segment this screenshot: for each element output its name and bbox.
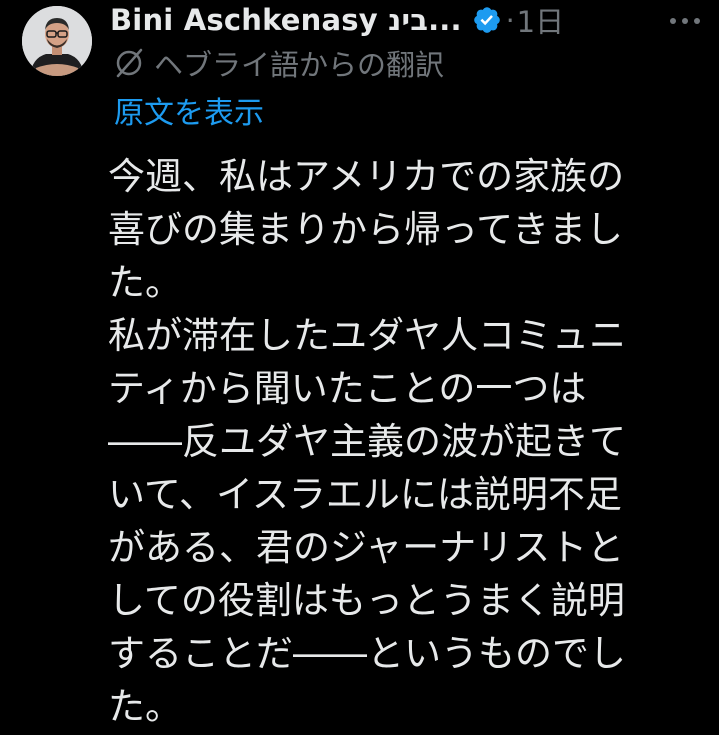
tweet-text-line: いて、イスラエルには説明不足 [108,473,622,516]
tweet-text-line: た。 [108,685,182,728]
avatar[interactable] [22,6,92,76]
avatar-image [22,6,92,76]
tweet-text-line: しての役割はもっとうまく説明 [108,579,625,622]
tweet-text-line: がある、君のジャーナリストと [108,526,625,569]
tweet-text-line: 喜びの集まりから帰ってきまし [108,208,624,251]
tweet-text-line: 私が滞在したユダヤ人コミュニ [108,314,626,357]
tweet-header: Bini Aschkenasy בינ... · 1日 [110,0,719,40]
meta-separator: · [505,3,515,37]
verified-badge-icon [472,5,502,35]
globe-slash-icon [112,46,146,80]
tweet-text-line: た。 [108,261,182,304]
translation-notice: ヘブライ語からの翻訳 [112,42,444,84]
tweet-text-line: ――反ユダヤ主義の波が起きて [108,420,626,463]
tweet-text-line: ティから聞いたことの一つは [108,367,587,410]
tweet-text-line: することだ――というものでし [108,632,626,675]
author-display-name[interactable]: Bini Aschkenasy בינ... [110,3,462,37]
tweet-text-line: 今週、私はアメリカでの家族の [108,155,625,198]
translation-notice-text: ヘブライ語からの翻訳 [154,48,445,82]
tweet-timestamp[interactable]: 1日 [517,0,564,41]
tweet-text: 今週、私はアメリカでの家族の 喜びの集まりから帰ってきまし た。 私が滞在したユ… [108,150,708,733]
more-options-icon[interactable] [665,8,705,34]
show-original-link[interactable]: 原文を表示 [114,94,264,134]
